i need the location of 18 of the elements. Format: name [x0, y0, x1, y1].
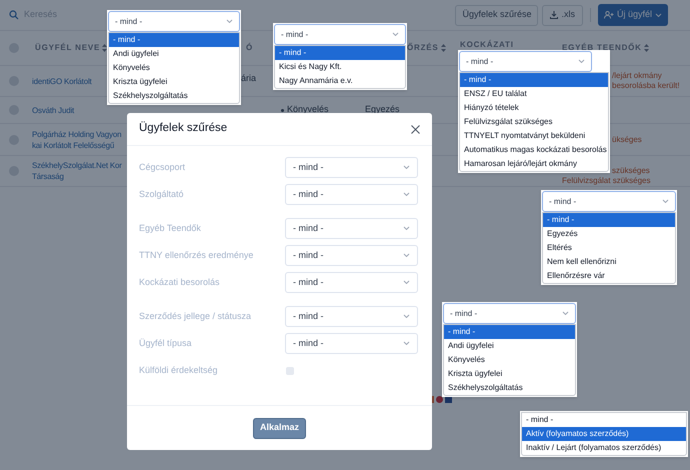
task-text: szükséges: [611, 166, 651, 176]
field-label: Szolgáltató: [139, 188, 185, 201]
field-label: Ügyfél típusa: [139, 336, 193, 350]
field-label: Kockázati besorolás: [139, 276, 221, 289]
check-result-text: Egyezés: [365, 104, 400, 114]
provider-text: ária: [241, 73, 256, 83]
task-text: /lejárt okmány: [611, 71, 663, 81]
field-label: Külföldi érdekeltség: [139, 364, 219, 377]
dialog-title: Ügyfelek szűrése: [139, 120, 228, 136]
field-label: TTNY ellenőrzés eredménye: [139, 248, 254, 262]
field-label: Egyéb Teendők: [139, 222, 202, 235]
task-text: besorolásba került!: [611, 81, 681, 91]
column-header: Ó: [246, 42, 254, 54]
field-label: Szerződés jellege / státusza: [139, 310, 252, 323]
task-text: Felülvizsgálat szükséges: [561, 176, 652, 186]
field-label: Cégcsoport: [139, 160, 186, 174]
group-text: Könyvelés: [287, 103, 329, 116]
column-header: KOCKÁZATI: [460, 39, 514, 51]
